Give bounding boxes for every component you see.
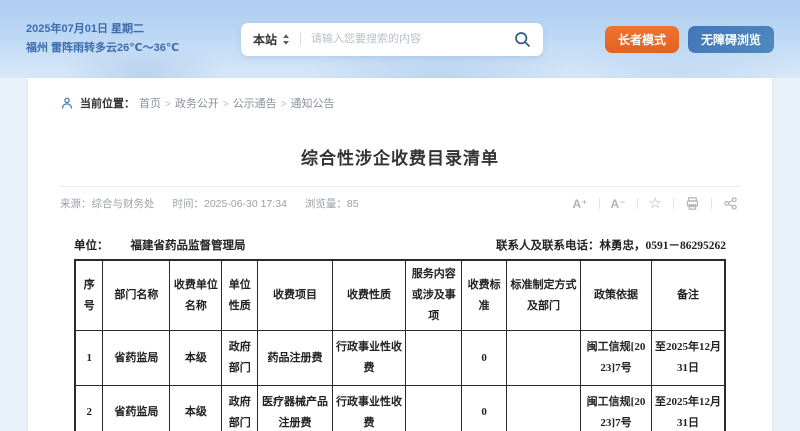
table-body: 1省药监局本级政府部门药品注册费行政事业性收费 0 闽工信规[2023]7号至202… [75, 331, 725, 431]
table-header-cell: 序号 [75, 260, 103, 331]
table-cell: 0 [462, 386, 507, 431]
title-divider [60, 186, 740, 187]
fee-table: 序号部门名称收费单位名称单位性质收费项目收费性质服务内容或涉及事项收费标准标准制… [74, 259, 726, 431]
meta-time: 时间：2025-06-30 17:34 [173, 196, 287, 211]
print-button[interactable] [683, 196, 702, 211]
table-cell: 医疗器械产品注册费 [258, 386, 333, 431]
page-title: 综合性涉企收费目录清单 [60, 144, 740, 169]
star-icon: ☆ [649, 196, 662, 211]
table-header-cell: 收费性质 [332, 260, 405, 331]
table-cell [406, 386, 462, 431]
table-cell: 0 [462, 331, 507, 386]
table-cell: 省药监局 [103, 386, 170, 431]
breadcrumb-label: 当前位置： [80, 95, 135, 111]
table-cell [507, 331, 581, 386]
search-scope-label: 本站 [253, 31, 277, 48]
elder-mode-button[interactable]: 长者模式 [605, 26, 679, 53]
table-header-cell: 收费标准 [462, 260, 507, 331]
weather-text: 福州 雷阵雨转多云26℃～36℃ [26, 39, 241, 58]
breadcrumb-items: 首页 > 政务公开 > 公示通告 > 通知公告 [139, 95, 335, 111]
table-header-cell: 部门名称 [103, 260, 170, 331]
table-cell: 本级 [170, 331, 222, 386]
font-increase-button[interactable]: A⁺ [571, 197, 590, 211]
table-cell: 2 [75, 386, 103, 431]
document-head: 单位： 福建省药品监督管理局 联系人及联系电话：林勇忠，0591－86295262 [74, 237, 726, 253]
search-input[interactable] [311, 33, 514, 45]
search-button[interactable] [514, 31, 531, 48]
search-divider [300, 32, 301, 46]
article-meta: 来源：综合与财务处 时间：2025-06-30 17:34 浏览量：85 [60, 196, 359, 211]
table-header-cell: 备注 [651, 260, 725, 331]
table-cell: 药品注册费 [258, 331, 333, 386]
content-card: 当前位置： 首页 > 政务公开 > 公示通告 > 通知公告 综合性涉企收费目录清单 来源：综… [28, 78, 772, 431]
search-scope-select[interactable]: 本站 [253, 31, 290, 48]
unit-line: 单位： 福建省药品监督管理局 [74, 237, 246, 253]
table-cell: 政府部门 [222, 331, 258, 386]
table-row: 1省药监局本级政府部门药品注册费行政事业性收费 0 闽工信规[2023]7号至202… [75, 331, 725, 386]
breadcrumb: 当前位置： 首页 > 政务公开 > 公示通告 > 通知公告 [60, 95, 740, 111]
breadcrumb-link[interactable]: 公示通告 [233, 98, 277, 110]
table-header-cell: 收费项目 [258, 260, 333, 331]
breadcrumb-link[interactable]: 政务公开 [175, 98, 219, 110]
unit-label: 单位： [74, 240, 109, 252]
location-person-icon [60, 96, 74, 110]
table-cell: 省药监局 [103, 331, 170, 386]
table-cell: 至2025年12月31日 [651, 386, 725, 431]
unit-value: 福建省药品监督管理局 [131, 240, 246, 252]
breadcrumb-link[interactable]: 首页 [139, 98, 161, 110]
table-cell [406, 331, 462, 386]
table-cell: 行政事业性收费 [332, 386, 405, 431]
favorite-button[interactable]: ☆ [647, 196, 664, 211]
font-decrease-button[interactable]: A⁻ [609, 197, 628, 211]
breadcrumb-link[interactable]: 通知公告 [291, 98, 335, 110]
tool-separator [711, 198, 712, 209]
table-cell: 政府部门 [222, 386, 258, 431]
article-tools: A⁺ A⁻ ☆ [571, 196, 740, 211]
share-icon [723, 196, 738, 211]
search-box: 本站 [241, 23, 543, 56]
breadcrumb-separator: > [281, 99, 287, 110]
meta-views: 浏览量：85 [305, 196, 359, 211]
tool-separator [673, 198, 674, 209]
table-cell: 行政事业性收费 [332, 331, 405, 386]
scope-updown-icon [282, 33, 290, 46]
meta-source: 来源：综合与财务处 [60, 196, 155, 211]
search-icon [514, 31, 531, 48]
breadcrumb-separator: > [165, 99, 171, 110]
tool-separator [637, 198, 638, 209]
table-header-cell: 政策依据 [581, 260, 652, 331]
table-row: 2省药监局本级政府部门医疗器械产品注册费行政事业性收费 0 闽工信规[2023]7号… [75, 386, 725, 431]
table-cell: 至2025年12月31日 [651, 331, 725, 386]
top-banner: 2025年07月01日 星期二 福州 雷阵雨转多云26℃～36℃ 本站 长者模式… [0, 0, 800, 78]
contact-line: 联系人及联系电话：林勇忠，0591－86295262 [496, 237, 726, 253]
datetime-weather: 2025年07月01日 星期二 福州 雷阵雨转多云26℃～36℃ [26, 20, 241, 58]
table-cell: 1 [75, 331, 103, 386]
accessibility-button[interactable]: 无障碍浏览 [688, 26, 774, 53]
table-cell: 本级 [170, 386, 222, 431]
table-header-cell: 单位性质 [222, 260, 258, 331]
table-cell [507, 386, 581, 431]
tool-separator [599, 198, 600, 209]
document-sheet: 单位： 福建省药品监督管理局 联系人及联系电话：林勇忠，0591－86295262… [74, 237, 726, 431]
breadcrumb-separator: > [223, 99, 229, 110]
table-header-cell: 收费单位名称 [170, 260, 222, 331]
article-meta-row: 来源：综合与财务处 时间：2025-06-30 17:34 浏览量：85 A⁺ … [60, 196, 740, 211]
table-header-cell: 服务内容或涉及事项 [406, 260, 462, 331]
table-cell: 闽工信规[2023]7号 [581, 331, 652, 386]
printer-icon [685, 196, 700, 211]
table-header-row: 序号部门名称收费单位名称单位性质收费项目收费性质服务内容或涉及事项收费标准标准制… [75, 260, 725, 331]
share-button[interactable] [721, 196, 740, 211]
date-text: 2025年07月01日 星期二 [26, 20, 241, 39]
table-header-cell: 标准制定方式及部门 [507, 260, 581, 331]
table-cell: 闽工信规[2023]7号 [581, 386, 652, 431]
